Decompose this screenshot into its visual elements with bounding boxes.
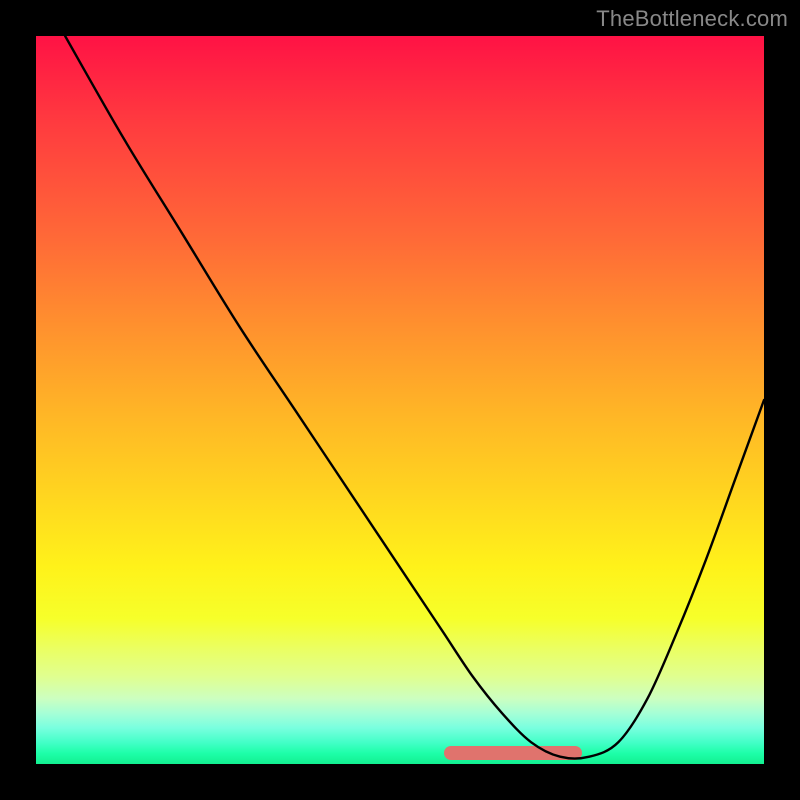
watermark-text: TheBottleneck.com xyxy=(596,6,788,32)
chart-container: TheBottleneck.com xyxy=(0,0,800,800)
bottleneck-curve xyxy=(36,36,764,764)
plot-area xyxy=(36,36,764,764)
